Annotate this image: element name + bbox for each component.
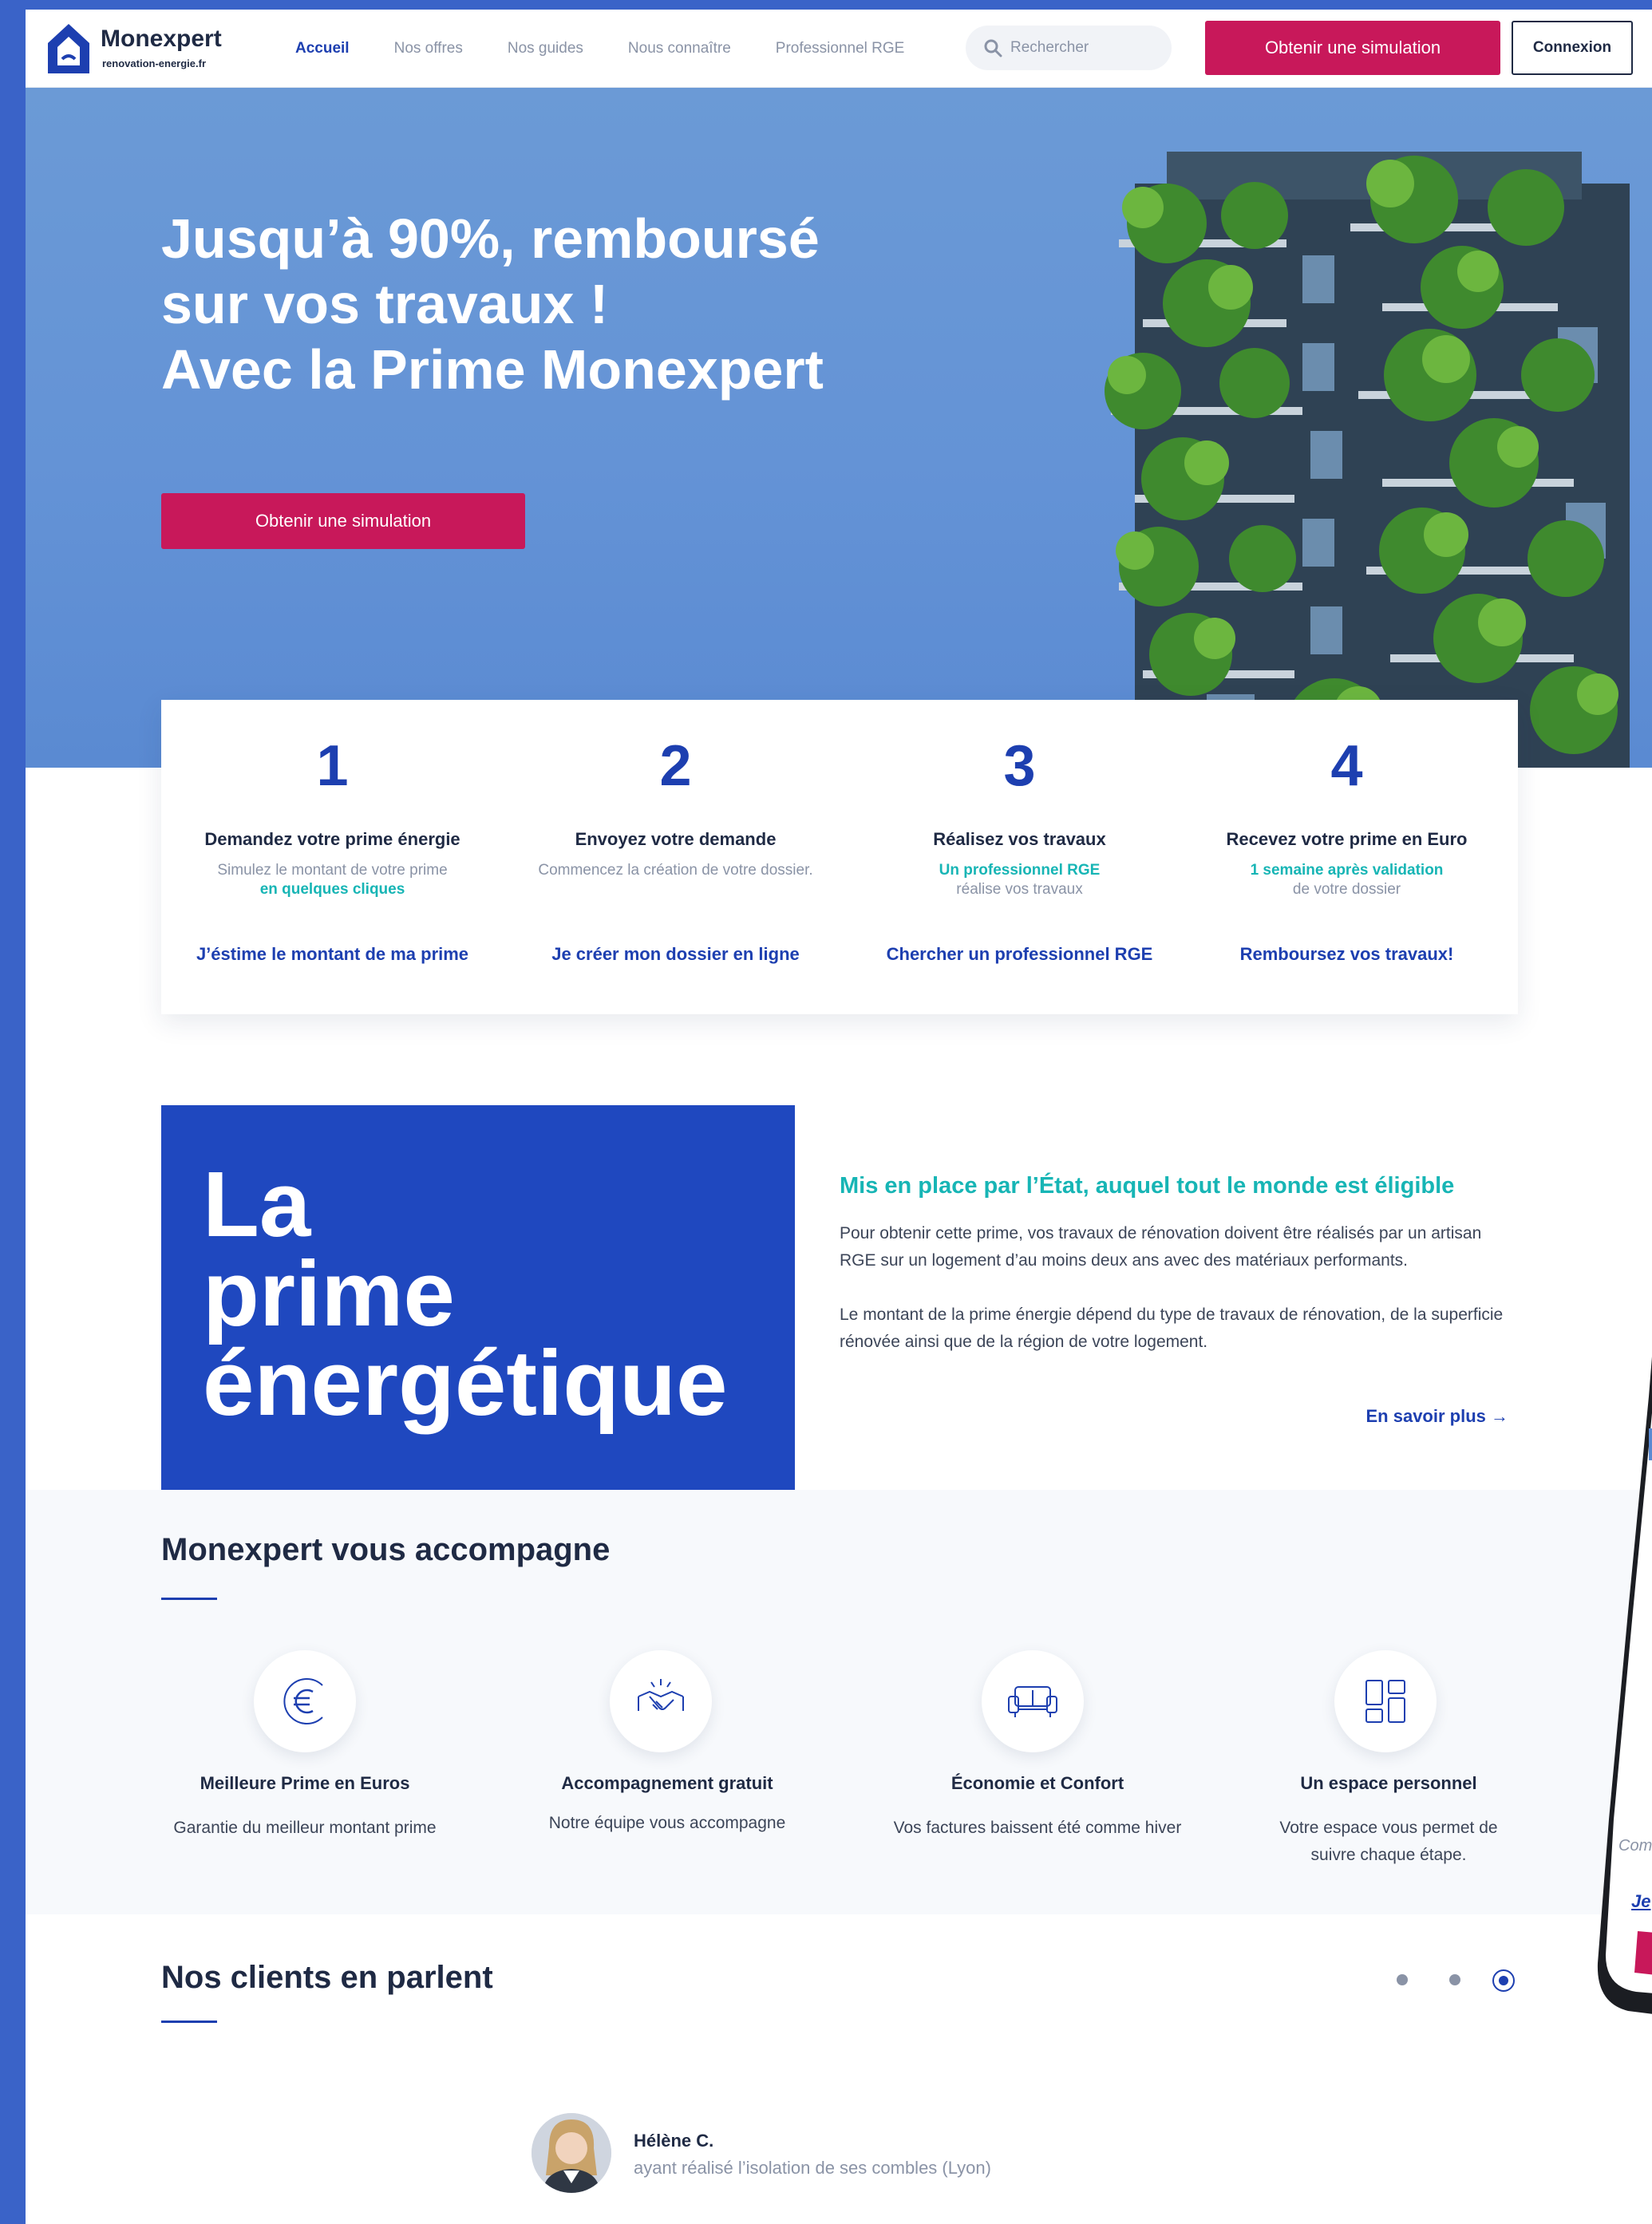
- step-desc-highlight: 1 semaine après validation: [1250, 862, 1444, 879]
- step-title: Demandez votre prime énergie: [204, 829, 460, 849]
- nav-item-accueil[interactable]: Accueil: [295, 40, 350, 57]
- section-underline: [161, 1598, 217, 1600]
- step-desc-text: de votre dossier: [1292, 881, 1401, 898]
- site-header: Monexpert renovation-energie.fr Accueil …: [26, 10, 1652, 88]
- dashboard-icon: [1334, 1650, 1437, 1752]
- clients-title: Nos clients en parlent: [161, 1960, 493, 1995]
- hero-title: Jusqu’à 90%, remboursé sur vos travaux !…: [161, 206, 943, 402]
- step-1: 1 Demandez votre prime énergie Simulez le …: [163, 700, 502, 1014]
- hero-title-line: Avec la Prime Monexpert: [161, 338, 824, 401]
- feature-desc: Votre espace vous permet de suivre chaqu…: [1279, 1819, 1498, 1864]
- euro-icon: [254, 1650, 356, 1752]
- nav-item-professionnel-rge[interactable]: Professionnel RGE: [776, 40, 905, 57]
- logo-name: Monexpert: [101, 26, 222, 52]
- carousel-dot[interactable]: [1397, 1974, 1408, 1985]
- search-input[interactable]: [1010, 35, 1162, 61]
- step-number: 1: [316, 734, 349, 798]
- step-link[interactable]: Je créer mon dossier en ligne: [506, 944, 845, 965]
- feature-title: Meilleure Prime en Euros: [200, 1773, 410, 1793]
- house-logo-icon: [48, 24, 89, 73]
- top-border: [0, 0, 1652, 10]
- simulation-button-hero[interactable]: Obtenir une simulation: [161, 493, 525, 549]
- section-underline: [161, 2021, 217, 2023]
- handshake-icon: [610, 1650, 712, 1752]
- simulation-button-header[interactable]: Obtenir une simulation: [1205, 21, 1500, 75]
- prime-paragraph: Le montant de la prime énergie dépend du…: [840, 1306, 1504, 1351]
- feature-title: Un espace personnel: [1300, 1773, 1477, 1793]
- feature-desc: Garantie du meilleur montant prime: [173, 1819, 437, 1837]
- nav-item-nos-offres[interactable]: Nos offres: [394, 40, 463, 57]
- phone-link: Je: [1631, 1891, 1651, 1911]
- nav-item-nos-guides[interactable]: Nos guides: [508, 40, 583, 57]
- step-desc-text: Simulez le montant de votre prime: [217, 862, 448, 879]
- search-icon: [984, 39, 1002, 57]
- feature-title: Accompagnement gratuit: [561, 1773, 773, 1793]
- step-desc-text: Commencez la création de votre dossier.: [538, 862, 813, 879]
- search-box: [966, 26, 1172, 70]
- step-link[interactable]: J’éstime le montant de ma prime: [163, 944, 502, 965]
- step-description: Un professionnel RGE réalise vos travaux: [882, 861, 1157, 899]
- carousel-dot[interactable]: [1449, 1974, 1460, 1985]
- hero-section: Jusqu’à 90%, remboursé sur vos travaux !…: [26, 88, 1652, 768]
- step-desc-highlight: en quelques cliques: [259, 881, 405, 898]
- nav-item-nous-connaitre[interactable]: Nous connaître: [628, 40, 731, 57]
- prime-paragraph: Pour obtenir cette prime, vos travaux de…: [840, 1224, 1482, 1270]
- main-nav: Accueil Nos offres Nos guides Nous conna…: [295, 10, 949, 88]
- prime-description: Mis en place par l’État, auquel tout le …: [840, 1173, 1518, 1356]
- prime-title-line: énergétique: [203, 1331, 728, 1435]
- feature-title: Économie et Confort: [950, 1773, 1124, 1793]
- step-3: 3 Réalisez vos travaux Un professionnel RG…: [850, 700, 1189, 1014]
- feature-desc: Vos factures baissent été comme hiver: [893, 1819, 1182, 1837]
- carousel-dots: [1392, 1969, 1520, 1992]
- step-link[interactable]: Chercher un professionnel RGE: [850, 944, 1189, 965]
- prime-banner: La prime énergétique: [161, 1105, 795, 1490]
- sofa-icon: [982, 1650, 1084, 1752]
- phone-mockup-image: [1597, 1325, 1652, 2014]
- client-description: ayant réalisé l’isolation de ses combles…: [634, 2158, 991, 2178]
- steps-card: 1 Demandez votre prime énergie Simulez le …: [161, 700, 1518, 1014]
- phone-text: Com: [1618, 1837, 1652, 1855]
- feature-desc: Notre équipe vous accompagne: [548, 1814, 786, 1832]
- step-title: Recevez votre prime en Euro: [1226, 829, 1468, 849]
- step-description: Simulez le montant de votre prime en quel…: [195, 861, 470, 899]
- step-title: Envoyez votre demande: [575, 829, 777, 849]
- step-4: 4 Recevez votre prime en Euro 1 semaine ap…: [1177, 700, 1516, 1014]
- login-button[interactable]: Connexion: [1512, 21, 1633, 75]
- left-border: [0, 0, 26, 2224]
- green-building-image: [1105, 152, 1630, 768]
- prime-title-line: La: [203, 1152, 311, 1256]
- step-link[interactable]: Remboursez vos travaux!: [1177, 944, 1516, 965]
- step-description: 1 semaine après validation de votre dossi…: [1209, 861, 1484, 899]
- learn-more-link[interactable]: En savoir plus →: [1293, 1406, 1509, 1427]
- step-number: 3: [1003, 734, 1036, 798]
- prime-subtitle: Mis en place par l’État, auquel tout le …: [840, 1173, 1455, 1199]
- step-description: Commencez la création de votre dossier.: [538, 861, 813, 880]
- step-desc-highlight: Un professionnel RGE: [939, 862, 1101, 879]
- client-avatar: [532, 2113, 611, 2193]
- accompagne-title: Monexpert vous accompagne: [161, 1532, 611, 1567]
- step-2: 2 Envoyez votre demande Commencez la créat…: [506, 700, 845, 1014]
- logo-domain: renovation-energie.fr: [102, 57, 207, 69]
- step-title: Réalisez vos travaux: [933, 829, 1106, 849]
- prime-title-line: prime: [203, 1242, 455, 1345]
- prime-title: La prime énergétique: [203, 1152, 728, 1435]
- logo[interactable]: Monexpert renovation-energie.fr: [45, 21, 244, 77]
- client-name: Hélène C.: [634, 2131, 714, 2151]
- step-number: 2: [659, 734, 692, 798]
- step-number: 4: [1330, 734, 1363, 798]
- hero-title-line: Jusqu’à 90%, remboursé: [161, 207, 820, 270]
- step-desc-text: réalise vos travaux: [956, 881, 1083, 898]
- carousel-dot[interactable]: [1492, 1969, 1515, 1992]
- hero-title-line: sur vos travaux !: [161, 273, 609, 335]
